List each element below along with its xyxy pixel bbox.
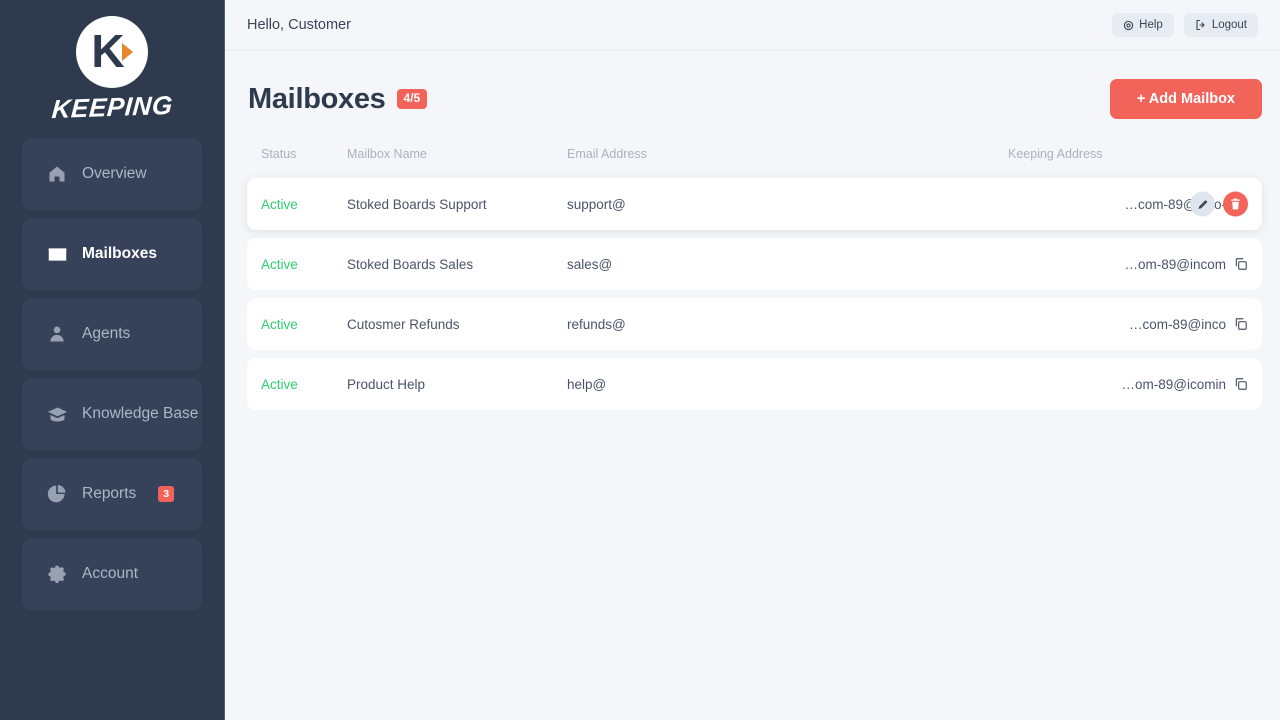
sidebar-item-label: Knowledge Base xyxy=(82,405,198,423)
greeting-text: Hello, Customer xyxy=(247,17,351,33)
help-circle-icon xyxy=(1123,20,1134,31)
logout-button[interactable]: Logout xyxy=(1184,13,1258,37)
logo-accent-triangle-icon xyxy=(122,43,133,61)
sidebar-item-label: Account xyxy=(82,565,138,583)
email-address: refunds@ xyxy=(567,317,1008,332)
email-address: help@ xyxy=(567,377,1008,392)
sidebar-item-reports[interactable]: Reports 3 xyxy=(22,458,202,530)
mailboxes-table: Status Mailbox Name Email Address Keepin… xyxy=(247,139,1262,410)
app-root: K KEEPING Overview Mailboxes xyxy=(0,0,1280,720)
delete-mailbox-button[interactable] xyxy=(1223,192,1248,217)
add-mailbox-button[interactable]: + Add Mailbox xyxy=(1110,79,1262,119)
graduation-cap-icon xyxy=(46,403,68,425)
envelope-icon xyxy=(46,243,68,265)
home-icon xyxy=(46,163,68,185)
mailbox-count-badge: 4/5 xyxy=(397,89,428,108)
sidebar-item-knowledge-base[interactable]: Knowledge Base xyxy=(22,378,202,450)
gear-icon xyxy=(46,563,68,585)
copy-icon[interactable] xyxy=(1234,317,1248,331)
user-icon xyxy=(46,323,68,345)
sidebar: K KEEPING Overview Mailboxes xyxy=(0,0,225,720)
brand-wordmark: KEEPING xyxy=(50,89,173,124)
sidebar-item-overview[interactable]: Overview xyxy=(22,138,202,210)
pie-chart-icon xyxy=(46,483,68,505)
row-actions xyxy=(1190,192,1248,217)
keeping-address-cell: om-89@icomin… xyxy=(1008,377,1248,392)
top-bar: Hello, Customer Help Logout xyxy=(225,0,1280,51)
status-badge: Active xyxy=(261,197,347,212)
email-address: sales@ xyxy=(567,257,1008,272)
page-header: Mailboxes 4/5 + Add Mailbox xyxy=(247,73,1262,125)
sidebar-item-label: Mailboxes xyxy=(82,245,157,263)
column-header-status: Status xyxy=(261,147,347,161)
keeping-address: com-89@incom… xyxy=(1121,257,1226,272)
mailbox-name: Stoked Boards Support xyxy=(347,197,567,212)
main-content: Hello, Customer Help Logout Mailb xyxy=(225,0,1280,720)
keeping-address-cell: com-89@inco… xyxy=(1008,317,1248,332)
status-badge: Active xyxy=(261,317,347,332)
topbar-actions: Help Logout xyxy=(1112,13,1258,37)
table-header-row: Status Mailbox Name Email Address Keepin… xyxy=(247,139,1262,169)
sidebar-item-label: Overview xyxy=(82,165,147,183)
mailbox-name: Cutosmer Refunds xyxy=(347,317,567,332)
sidebar-nav: Overview Mailboxes Agents Knowledge Base xyxy=(0,138,224,610)
page-title: Mailboxes xyxy=(248,83,386,116)
status-badge: Active xyxy=(261,377,347,392)
help-button[interactable]: Help xyxy=(1112,13,1174,37)
status-badge: Active xyxy=(261,257,347,272)
email-address: support@ xyxy=(567,197,1008,212)
table-row[interactable]: Active Stoked Boards Support support@ -c… xyxy=(247,178,1262,230)
copy-icon[interactable] xyxy=(1234,377,1248,391)
sidebar-item-account[interactable]: Account xyxy=(22,538,202,610)
column-header-keeping: Keeping Address xyxy=(1008,147,1248,161)
keeping-address-cell: com-89@incom… xyxy=(1008,257,1248,272)
table-row[interactable]: Active Stoked Boards Sales sales@ com-89… xyxy=(247,238,1262,290)
keeping-address: com-89@inco… xyxy=(1129,317,1226,332)
column-header-name: Mailbox Name xyxy=(347,147,567,161)
table-row[interactable]: Active Product Help help@ om-89@icomin… xyxy=(247,358,1262,410)
sidebar-item-agents[interactable]: Agents xyxy=(22,298,202,370)
sidebar-item-label: Agents xyxy=(82,325,130,343)
mailbox-name: Stoked Boards Sales xyxy=(347,257,567,272)
brand-logo: K KEEPING xyxy=(0,0,224,138)
logo-mark-icon: K xyxy=(76,16,148,88)
copy-icon[interactable] xyxy=(1234,257,1248,271)
keeping-address: om-89@icomin… xyxy=(1122,377,1226,392)
table-row[interactable]: Active Cutosmer Refunds refunds@ com-89@… xyxy=(247,298,1262,350)
help-label: Help xyxy=(1139,19,1163,31)
page-content: Mailboxes 4/5 + Add Mailbox Status Mailb… xyxy=(225,51,1280,720)
sidebar-item-mailboxes[interactable]: Mailboxes xyxy=(22,218,202,290)
sidebar-item-label: Reports xyxy=(82,485,136,503)
reports-badge: 3 xyxy=(158,486,174,502)
logout-label: Logout xyxy=(1212,19,1247,31)
logout-arrow-icon xyxy=(1195,19,1207,31)
logo-letter: K xyxy=(91,28,124,74)
mailbox-name: Product Help xyxy=(347,377,567,392)
edit-mailbox-button[interactable] xyxy=(1190,192,1215,217)
column-header-email: Email Address xyxy=(567,147,1008,161)
